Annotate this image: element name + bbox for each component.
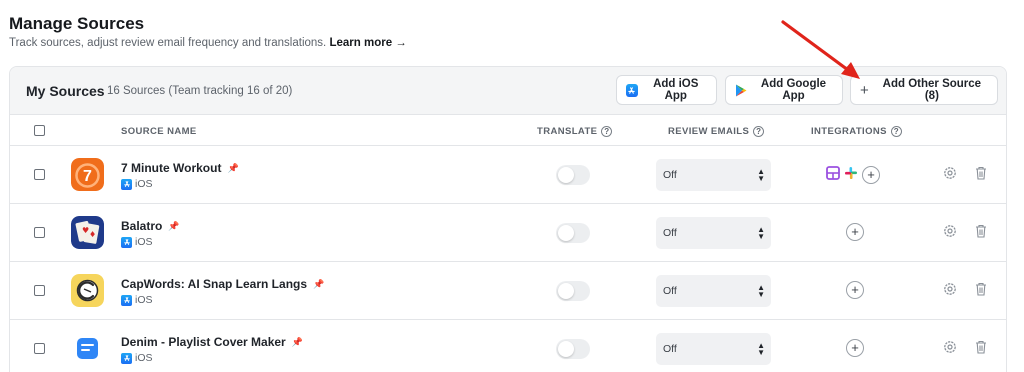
select-arrows-icon: ▲ ▼ <box>757 167 765 183</box>
svg-text:♦: ♦ <box>89 230 96 239</box>
add-ios-app-button[interactable]: Add iOS App <box>616 75 717 105</box>
column-review-emails: REVIEW EMAILS ? <box>668 126 765 137</box>
app-store-icon <box>626 83 638 97</box>
row-checkbox[interactable] <box>34 227 45 238</box>
add-integration-button[interactable]: + <box>862 166 880 184</box>
page-title: Manage Sources <box>9 14 145 33</box>
translate-toggle[interactable] <box>556 223 590 243</box>
source-name-label: CapWords: AI Snap Learn Langs <box>121 277 308 291</box>
review-emails-select[interactable]: Off ▲ ▼ <box>656 275 771 307</box>
review-emails-value: Off <box>663 227 677 239</box>
translate-toggle[interactable] <box>556 281 590 301</box>
source-name[interactable]: CapWords: AI Snap Learn Langs 📌 <box>121 277 324 291</box>
help-icon[interactable]: ? <box>890 126 902 137</box>
app-icon-balatro: ♥ ♦ <box>71 216 104 249</box>
trash-icon[interactable] <box>975 340 989 356</box>
pin-icon[interactable]: 📌 <box>168 221 179 232</box>
review-emails-value: Off <box>663 169 677 181</box>
google-play-icon <box>735 84 747 97</box>
row-checkbox[interactable] <box>34 285 45 296</box>
add-other-source-button[interactable]: + Add Other Source (8) <box>850 75 998 105</box>
platform-label: iOS <box>135 352 153 364</box>
gear-icon[interactable] <box>943 282 957 298</box>
source-name-label: 7 Minute Workout <box>121 161 222 175</box>
subtitle-text: Track sources, adjust review email frequ… <box>9 37 327 49</box>
add-integration-button[interactable]: + <box>846 223 864 241</box>
review-emails-select[interactable]: Off ▲ ▼ <box>656 333 771 365</box>
review-emails-select[interactable]: Off ▲ ▼ <box>656 217 771 249</box>
table-row: 7 7 Minute Workout 📌 iOS Off ▲ ▼ + <box>10 146 1006 204</box>
gear-icon[interactable] <box>943 166 957 182</box>
add-google-app-label: Add Google App <box>760 78 827 102</box>
app-icon-7-minute-workout: 7 <box>71 158 104 191</box>
page-subtitle: Track sources, adjust review email frequ… <box>9 37 407 49</box>
review-emails-value: Off <box>663 343 677 355</box>
pin-icon[interactable]: 📌 <box>313 279 324 290</box>
source-name-label: Balatro <box>121 219 163 233</box>
platform-badge: iOS <box>121 352 153 364</box>
svg-text:7: 7 <box>83 168 92 185</box>
app-store-icon <box>121 352 132 364</box>
select-arrows-icon: ▲ ▼ <box>757 341 765 357</box>
app-store-icon <box>121 236 132 248</box>
sources-count: 16 Sources (Team tracking 16 of 20) <box>107 85 293 97</box>
table-row: Denim - Playlist Cover Maker 📌 iOS Off ▲… <box>10 320 1006 372</box>
select-all-checkbox[interactable] <box>34 125 45 136</box>
app-store-icon <box>121 294 132 306</box>
platform-label: iOS <box>135 236 153 248</box>
add-google-app-button[interactable]: Add Google App <box>725 75 843 105</box>
help-icon[interactable]: ? <box>753 126 765 137</box>
gear-icon[interactable] <box>943 340 957 356</box>
source-name-label: Denim - Playlist Cover Maker <box>121 335 286 349</box>
column-source-name-label: SOURCE NAME <box>121 126 197 137</box>
platform-label: iOS <box>135 178 153 190</box>
plus-icon: + <box>860 81 869 99</box>
platform-badge: iOS <box>121 178 153 190</box>
select-arrows-icon: ▲ ▼ <box>757 225 765 241</box>
translate-toggle[interactable] <box>556 339 590 359</box>
review-emails-value: Off <box>663 285 677 297</box>
column-source-name: SOURCE NAME <box>121 126 197 137</box>
source-name[interactable]: Balatro 📌 <box>121 219 180 233</box>
trash-icon[interactable] <box>975 282 989 298</box>
slack-icon[interactable] <box>844 166 858 185</box>
card-title: My Sources <box>26 83 105 99</box>
table-row: ♥ ♦ Balatro 📌 iOS Off ▲ ▼ + <box>10 204 1006 262</box>
translate-toggle[interactable] <box>556 165 590 185</box>
add-ios-app-label: Add iOS App <box>653 78 699 102</box>
help-icon[interactable]: ? <box>601 126 613 137</box>
column-integrations-label: INTEGRATIONS <box>811 126 887 137</box>
sources-card: My Sources 16 Sources (Team tracking 16 … <box>9 66 1007 372</box>
card-header: My Sources 16 Sources (Team tracking 16 … <box>10 67 1006 115</box>
column-translate: TRANSLATE ? <box>537 126 613 137</box>
add-integration-button[interactable]: + <box>846 281 864 299</box>
column-review-emails-label: REVIEW EMAILS <box>668 126 750 137</box>
trash-icon[interactable] <box>975 224 989 240</box>
row-checkbox[interactable] <box>34 169 45 180</box>
add-integration-button[interactable]: + <box>846 339 864 357</box>
app-icon-capwords <box>71 274 104 307</box>
column-translate-label: TRANSLATE <box>537 126 598 137</box>
pin-icon[interactable]: 📌 <box>227 163 238 174</box>
row-checkbox[interactable] <box>34 343 45 354</box>
gear-icon[interactable] <box>943 224 957 240</box>
source-name[interactable]: 7 Minute Workout 📌 <box>121 161 239 175</box>
table-row: CapWords: AI Snap Learn Langs 📌 iOS Off … <box>10 262 1006 320</box>
column-integrations: INTEGRATIONS ? <box>811 126 902 137</box>
notion-icon[interactable] <box>826 165 840 185</box>
source-name[interactable]: Denim - Playlist Cover Maker 📌 <box>121 335 303 349</box>
app-icon-denim <box>71 332 104 365</box>
review-emails-select[interactable]: Off ▲ ▼ <box>656 159 771 191</box>
platform-badge: iOS <box>121 294 153 306</box>
learn-more-link[interactable]: Learn more → <box>329 37 406 49</box>
select-arrows-icon: ▲ ▼ <box>757 283 765 299</box>
platform-badge: iOS <box>121 236 153 248</box>
table-header: SOURCE NAME TRANSLATE ? REVIEW EMAILS ? … <box>10 116 1006 146</box>
app-store-icon <box>121 178 132 190</box>
pin-icon[interactable]: 📌 <box>292 337 303 348</box>
trash-icon[interactable] <box>975 166 989 182</box>
integrations-group: + <box>826 164 880 186</box>
add-other-source-label: Add Other Source (8) <box>882 78 982 102</box>
platform-label: iOS <box>135 294 153 306</box>
